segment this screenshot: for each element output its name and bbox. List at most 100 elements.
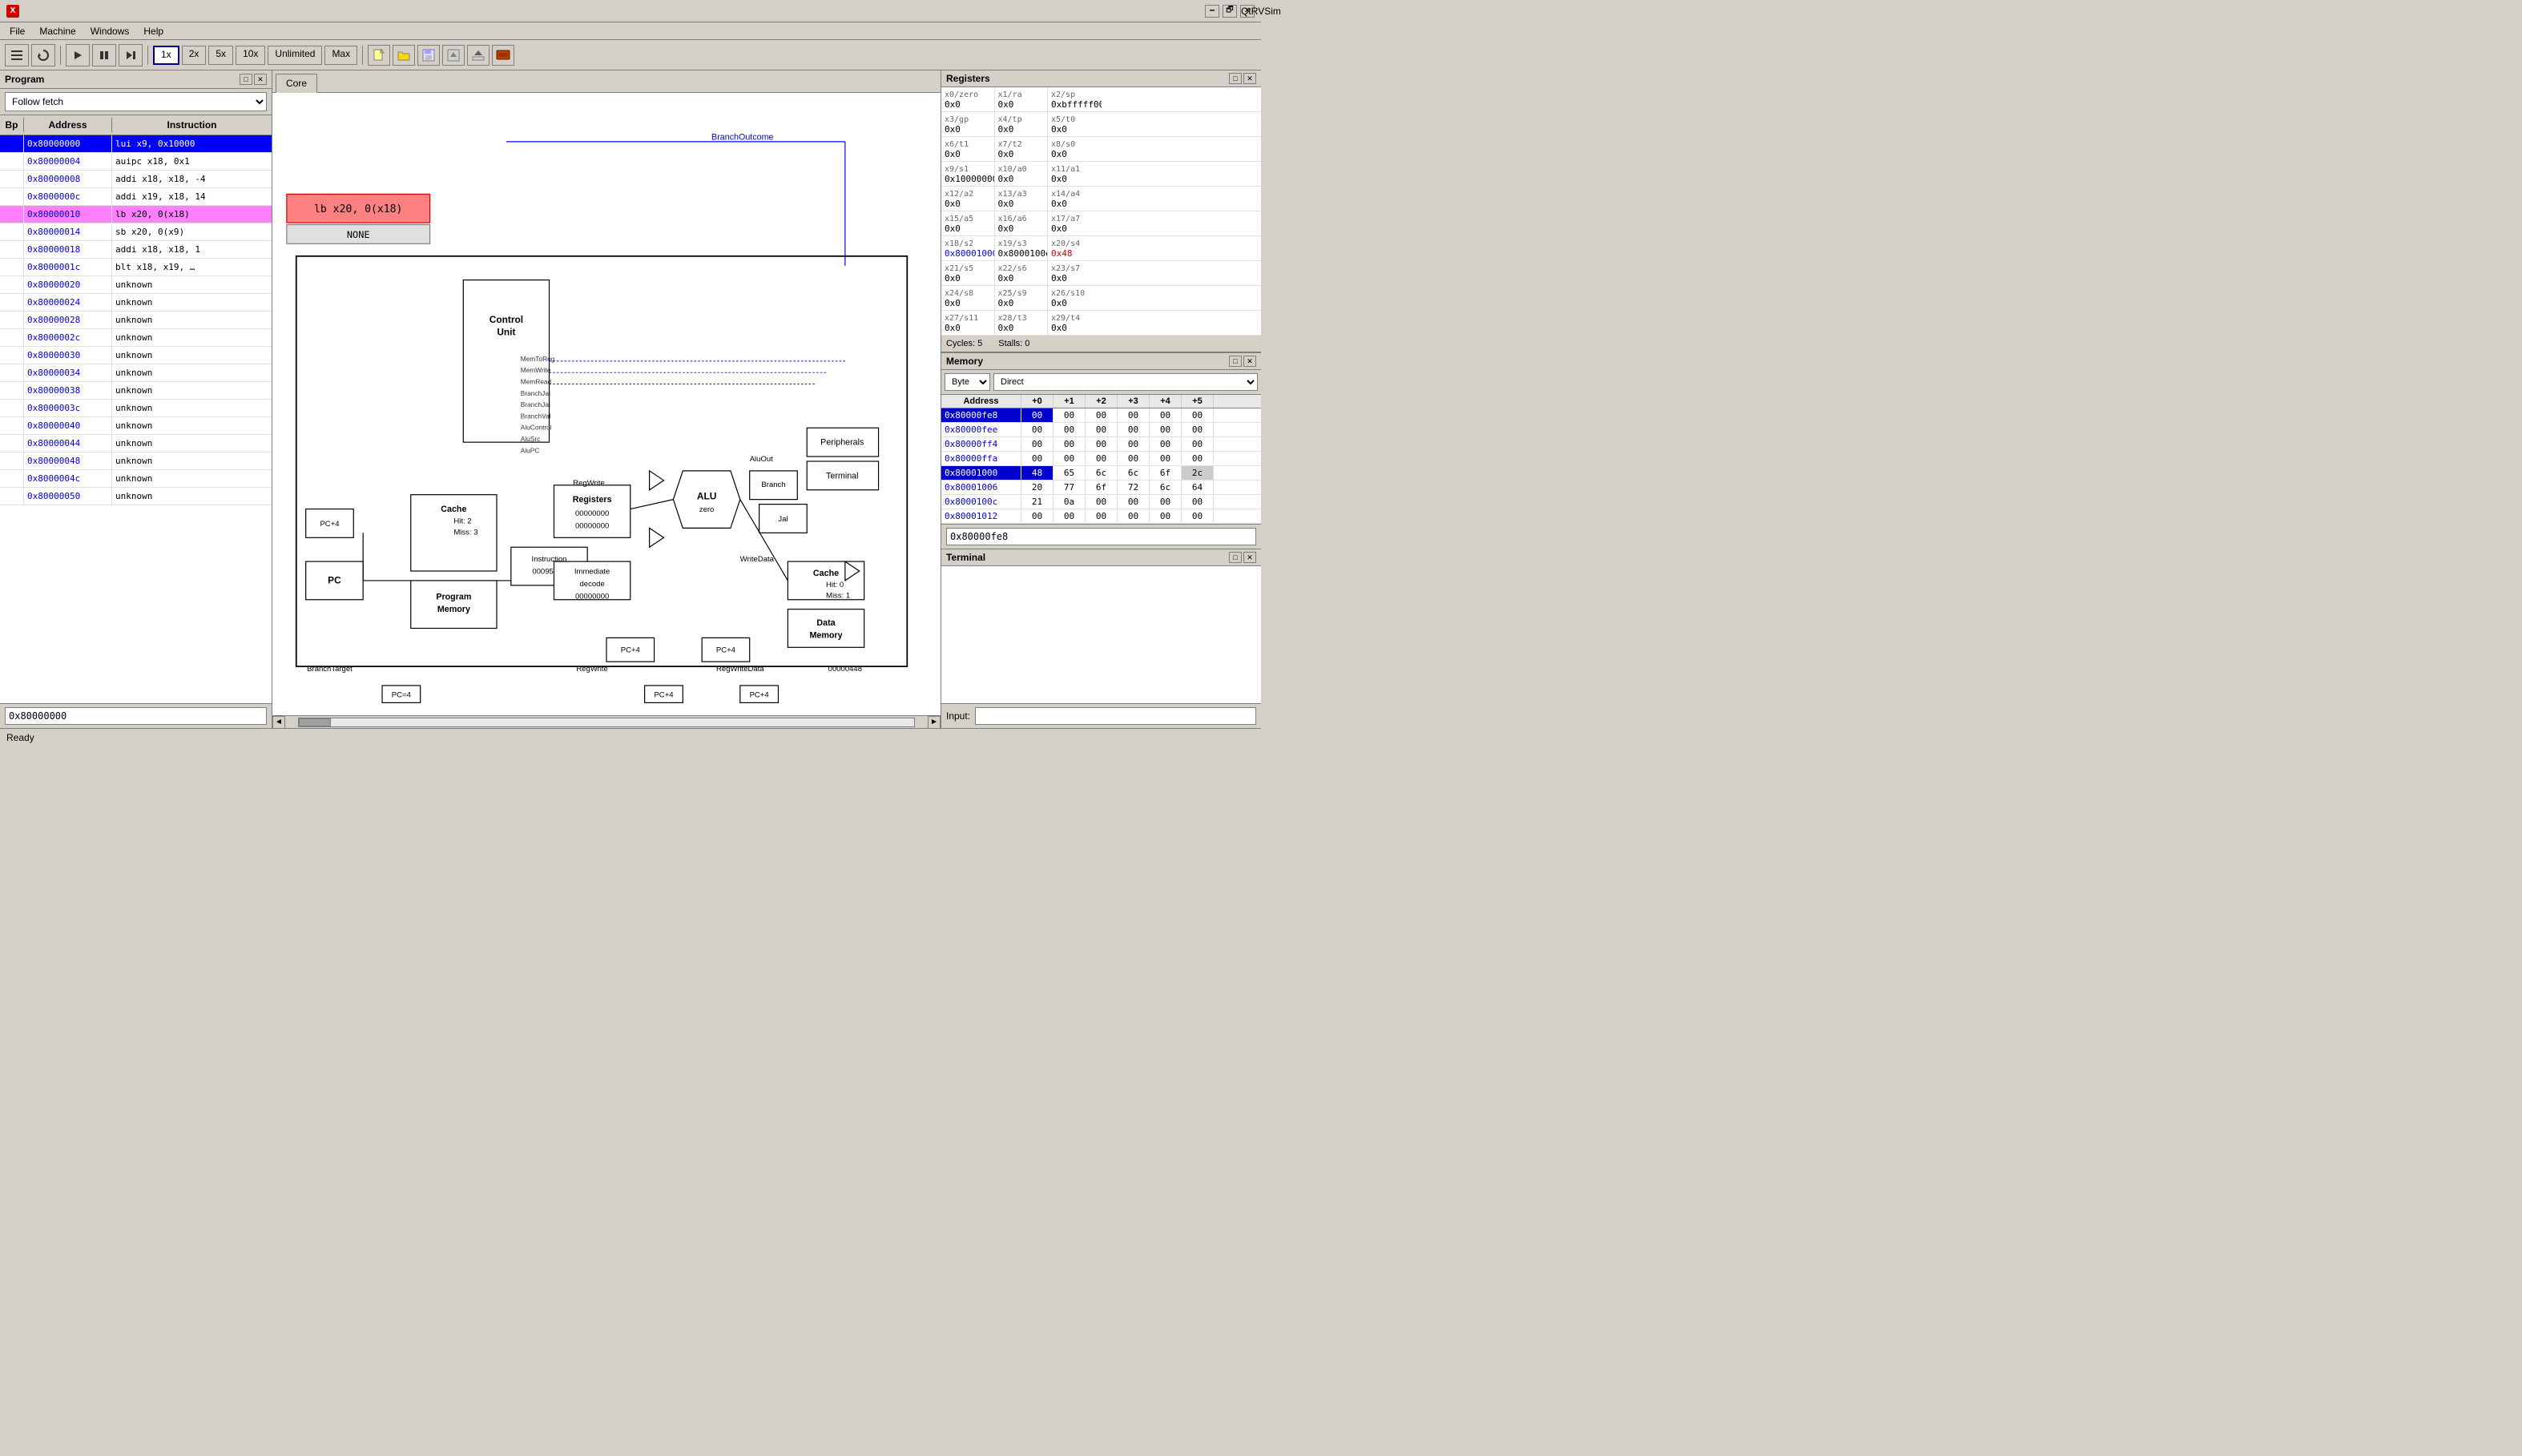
core-scrollbar-h[interactable]: ◄ ►: [272, 715, 941, 728]
speed-max-button[interactable]: Max: [324, 46, 357, 65]
toolbar-settings-button[interactable]: [5, 44, 29, 66]
scroll-right-arrow[interactable]: ►: [928, 716, 941, 729]
toolbar-step-button[interactable]: [119, 44, 143, 66]
speed-10x-button[interactable]: 10x: [236, 46, 265, 65]
reg-name: x22/s6: [998, 264, 1027, 273]
table-row[interactable]: 0x8000001c blt x18, x19, …: [0, 259, 272, 276]
bp-cell: [0, 452, 24, 469]
address-cell: 0x80000038: [24, 382, 112, 399]
svg-text:BranchJal: BranchJal: [521, 389, 550, 397]
toolbar-export-button[interactable]: [442, 45, 465, 66]
registers-close-button[interactable]: ✕: [1243, 73, 1256, 84]
memory-float-button[interactable]: □: [1229, 356, 1242, 367]
registers-float-button[interactable]: □: [1229, 73, 1242, 84]
table-row[interactable]: 0x80000048 unknown: [0, 452, 272, 470]
terminal-close-button[interactable]: ✕: [1243, 552, 1256, 563]
reg-name: x7/t2: [998, 140, 1022, 149]
program-float-button[interactable]: □: [240, 74, 252, 85]
toolbar-brick-button[interactable]: [492, 45, 514, 66]
svg-text:AluSrc: AluSrc: [521, 435, 541, 443]
table-row[interactable]: 0x80000038 unknown: [0, 382, 272, 400]
reg-cell: x9/s1 0x10000000: [941, 162, 995, 186]
toolbar-sep-3: [362, 46, 363, 65]
scroll-left-arrow[interactable]: ◄: [272, 716, 285, 729]
table-row[interactable]: 0x80000024 unknown: [0, 294, 272, 312]
bp-cell: [0, 312, 24, 328]
registers-controls: □ ✕: [1229, 73, 1256, 84]
terminal-input[interactable]: [975, 707, 1256, 725]
table-row[interactable]: 0x80000044 unknown: [0, 435, 272, 452]
table-row[interactable]: 0x80000010 lb x20, 0(x18): [0, 206, 272, 223]
terminal-float-button[interactable]: □: [1229, 552, 1242, 563]
instruction-cell: lui x9, 0x10000: [112, 135, 272, 152]
memory-type-dropdown[interactable]: Byte Half Word: [945, 373, 990, 391]
mem-value-cell: 00: [1086, 437, 1118, 451]
toolbar-save-button[interactable]: [417, 45, 440, 66]
menu-help[interactable]: Help: [137, 24, 170, 38]
memory-table-header: Address+0+1+2+3+4+5: [941, 395, 1261, 408]
reg-name: x4/tp: [998, 115, 1022, 124]
program-table-header: Bp Address Instruction: [0, 115, 272, 135]
table-row[interactable]: 0x8000002c unknown: [0, 329, 272, 347]
scrollbar-thumb[interactable]: [299, 718, 331, 726]
reg-cell: x2/sp 0xbfffff00: [1048, 87, 1102, 111]
svg-text:Hit: 2: Hit: 2: [453, 517, 471, 525]
reg-value: 0x0: [1051, 323, 1067, 333]
speed-2x-button[interactable]: 2x: [182, 46, 207, 65]
table-row[interactable]: 0x80000014 sb x20, 0(x9): [0, 223, 272, 241]
toolbar-run-button[interactable]: [66, 44, 90, 66]
mem-value-cell: 00: [1150, 495, 1182, 509]
table-row[interactable]: 0x80000028 unknown: [0, 312, 272, 329]
instruction-cell: unknown: [112, 470, 272, 487]
program-address-input[interactable]: [5, 707, 267, 725]
program-table[interactable]: 0x80000000 lui x9, 0x10000 0x80000004 au…: [0, 135, 272, 703]
svg-text:MemRead: MemRead: [521, 377, 552, 385]
maximize-button[interactable]: 🗗: [1223, 5, 1237, 18]
follow-fetch-dropdown[interactable]: Follow fetch: [5, 92, 267, 111]
table-row[interactable]: 0x80000050 unknown: [0, 488, 272, 505]
table-row[interactable]: 0x80000034 unknown: [0, 364, 272, 382]
mem-value-cell: 00: [1054, 452, 1086, 465]
reg-value: 0x8000100e: [998, 248, 1049, 259]
table-row[interactable]: 0x80000018 addi x18, x18, 1: [0, 241, 272, 259]
toolbar-new-button[interactable]: [368, 45, 390, 66]
speed-1x-button[interactable]: 1x: [153, 46, 179, 65]
memory-access-dropdown[interactable]: Direct Cache: [993, 373, 1258, 391]
speed-unlimited-button[interactable]: Unlimited: [268, 46, 322, 65]
mem-value-cell: 00: [1118, 423, 1150, 436]
speed-5x-button[interactable]: 5x: [208, 46, 233, 65]
minimize-button[interactable]: 🗕: [1205, 5, 1219, 18]
table-row[interactable]: 0x8000000c addi x19, x18, 14: [0, 188, 272, 206]
terminal-controls: □ ✕: [1229, 552, 1256, 563]
memory-address-input[interactable]: [946, 528, 1256, 545]
toolbar-download-button[interactable]: [467, 45, 489, 66]
table-row[interactable]: 0x80000030 unknown: [0, 347, 272, 364]
menu-machine[interactable]: Machine: [33, 24, 82, 38]
table-row[interactable]: 0x8000003c unknown: [0, 400, 272, 417]
program-close-button[interactable]: ✕: [254, 74, 267, 85]
menu-file[interactable]: File: [3, 24, 31, 38]
table-row[interactable]: 0x80000004 auipc x18, 0x1: [0, 153, 272, 171]
table-row[interactable]: 0x80000020 unknown: [0, 276, 272, 294]
table-row[interactable]: 0x80000040 unknown: [0, 417, 272, 435]
tab-core[interactable]: Core: [276, 74, 317, 93]
reg-value: 0x0: [945, 99, 961, 110]
table-row[interactable]: 0x8000004c unknown: [0, 470, 272, 488]
mem-value-cell: 00: [1182, 408, 1214, 422]
svg-text:PC+4: PC+4: [320, 520, 340, 529]
svg-text:NONE: NONE: [347, 229, 370, 240]
toolbar-pause-button[interactable]: [92, 44, 116, 66]
reg-value: 0x0: [998, 273, 1014, 284]
address-cell: 0x80000044: [24, 435, 112, 452]
table-row[interactable]: 0x80000000 lui x9, 0x10000: [0, 135, 272, 153]
memory-close-button[interactable]: ✕: [1243, 356, 1256, 367]
core-view[interactable]: lb x20, 0(x18) NONE BranchOutcome Contro…: [272, 93, 941, 715]
scrollbar-track[interactable]: [298, 718, 915, 727]
toolbar-reload-button[interactable]: [31, 44, 55, 66]
menu-windows[interactable]: Windows: [84, 24, 136, 38]
toolbar-open-button[interactable]: [393, 45, 415, 66]
reg-value: 0x0: [1051, 199, 1067, 209]
table-row[interactable]: 0x80000008 addi x18, x18, -4: [0, 171, 272, 188]
mem-value-cell: 00: [1021, 408, 1054, 422]
memory-type-controls: Byte Half Word Direct Cache: [941, 370, 1261, 395]
